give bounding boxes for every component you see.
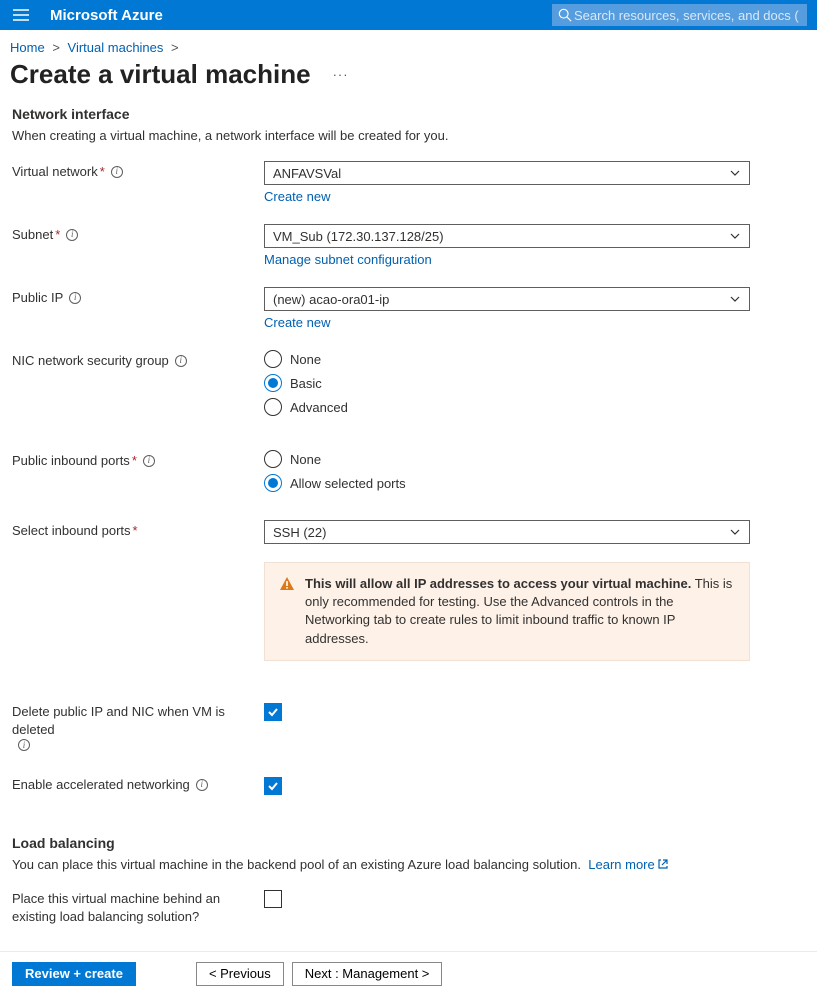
page-title-row: Create a virtual machine ··· [0, 55, 817, 106]
nsg-option-advanced-label: Advanced [290, 400, 348, 415]
inbound-ports-warning: This will allow all IP addresses to acce… [264, 562, 750, 661]
label-nsg: NIC network security group [12, 353, 169, 368]
info-icon[interactable] [196, 779, 208, 791]
radio-icon [264, 374, 282, 392]
chevron-right-icon: > [52, 40, 60, 55]
breadcrumb-virtual-machines[interactable]: Virtual machines [68, 40, 164, 55]
warning-icon [279, 576, 295, 592]
nsg-radio-basic[interactable]: Basic [264, 374, 750, 392]
accelerated-networking-checkbox[interactable] [264, 777, 282, 795]
info-icon[interactable] [143, 455, 155, 467]
chevron-down-icon [729, 526, 741, 538]
external-link-icon [657, 858, 669, 870]
global-search[interactable] [552, 4, 807, 26]
warning-text: This will allow all IP addresses to acce… [305, 575, 735, 648]
inbound-option-allow-label: Allow selected ports [290, 476, 406, 491]
label-place-behind-lb: Place this virtual machine behind an exi… [12, 890, 264, 926]
manage-subnet-link[interactable]: Manage subnet configuration [264, 252, 432, 267]
label-public-inbound-ports: Public inbound ports [12, 453, 130, 468]
info-icon[interactable] [111, 166, 123, 178]
create-new-vnet-link[interactable]: Create new [264, 189, 330, 204]
inbound-radio-allow[interactable]: Allow selected ports [264, 474, 750, 492]
virtual-network-value: ANFAVSVal [273, 166, 341, 181]
learn-more-link[interactable]: Learn more [588, 857, 668, 872]
more-actions-button[interactable]: ··· [333, 67, 349, 82]
page-title: Create a virtual machine [10, 59, 311, 90]
label-delete-public-ip: Delete public IP and NIC when VM is dele… [12, 703, 264, 739]
subnet-value: VM_Sub (172.30.137.128/25) [273, 229, 444, 244]
inbound-option-none-label: None [290, 452, 321, 467]
radio-icon [264, 350, 282, 368]
info-icon[interactable] [69, 292, 81, 304]
checkmark-icon [267, 780, 279, 792]
label-virtual-network: Virtual network [12, 164, 98, 179]
global-search-input[interactable] [572, 7, 801, 24]
breadcrumb: Home > Virtual machines > [0, 30, 817, 55]
load-balancing-desc-text: You can place this virtual machine in th… [12, 857, 581, 872]
section-title-load-balancing: Load balancing [12, 835, 805, 851]
previous-button[interactable]: < Previous [196, 962, 284, 986]
section-desc-load-balancing: You can place this virtual machine in th… [12, 857, 805, 872]
label-accelerated-networking: Enable accelerated networking [12, 777, 190, 792]
learn-more-text: Learn more [588, 857, 654, 872]
topbar: Microsoft Azure [0, 0, 817, 30]
required-indicator: * [132, 453, 137, 468]
label-subnet: Subnet [12, 227, 53, 242]
public-ip-value: (new) acao-ora01-ip [273, 292, 389, 307]
section-title-network-interface: Network interface [12, 106, 805, 122]
breadcrumb-home[interactable]: Home [10, 40, 45, 55]
footer-bar: Review + create < Previous Next : Manage… [0, 951, 817, 1000]
info-icon[interactable] [66, 229, 78, 241]
delete-public-ip-checkbox[interactable] [264, 703, 282, 721]
nsg-radio-none[interactable]: None [264, 350, 750, 368]
required-indicator: * [100, 164, 105, 179]
nsg-option-none-label: None [290, 352, 321, 367]
nsg-option-basic-label: Basic [290, 376, 322, 391]
select-inbound-ports-value: SSH (22) [273, 525, 326, 540]
required-indicator: * [55, 227, 60, 242]
chevron-down-icon [729, 167, 741, 179]
chevron-down-icon [729, 293, 741, 305]
subnet-select[interactable]: VM_Sub (172.30.137.128/25) [264, 224, 750, 248]
label-select-inbound-ports: Select inbound ports [12, 523, 131, 538]
select-inbound-ports-select[interactable]: SSH (22) [264, 520, 750, 544]
info-icon[interactable] [18, 739, 30, 751]
chevron-right-icon: > [171, 40, 179, 55]
chevron-down-icon [729, 230, 741, 242]
required-indicator: * [133, 523, 138, 538]
radio-icon [264, 474, 282, 492]
hamburger-menu-icon[interactable] [10, 0, 32, 30]
create-new-public-ip-link[interactable]: Create new [264, 315, 330, 330]
radio-icon [264, 398, 282, 416]
checkmark-icon [267, 706, 279, 718]
next-button[interactable]: Next : Management > [292, 962, 443, 986]
virtual-network-select[interactable]: ANFAVSVal [264, 161, 750, 185]
search-icon [558, 8, 572, 22]
label-public-ip: Public IP [12, 290, 63, 305]
review-create-button[interactable]: Review + create [12, 962, 136, 986]
radio-icon [264, 450, 282, 468]
brand-label[interactable]: Microsoft Azure [50, 7, 163, 24]
warning-bold-text: This will allow all IP addresses to acce… [305, 576, 691, 591]
info-icon[interactable] [175, 355, 187, 367]
section-desc-network-interface: When creating a virtual machine, a netwo… [12, 128, 805, 143]
public-ip-select[interactable]: (new) acao-ora01-ip [264, 287, 750, 311]
inbound-radio-none[interactable]: None [264, 450, 750, 468]
place-behind-lb-checkbox[interactable] [264, 890, 282, 908]
nsg-radio-advanced[interactable]: Advanced [264, 398, 750, 416]
